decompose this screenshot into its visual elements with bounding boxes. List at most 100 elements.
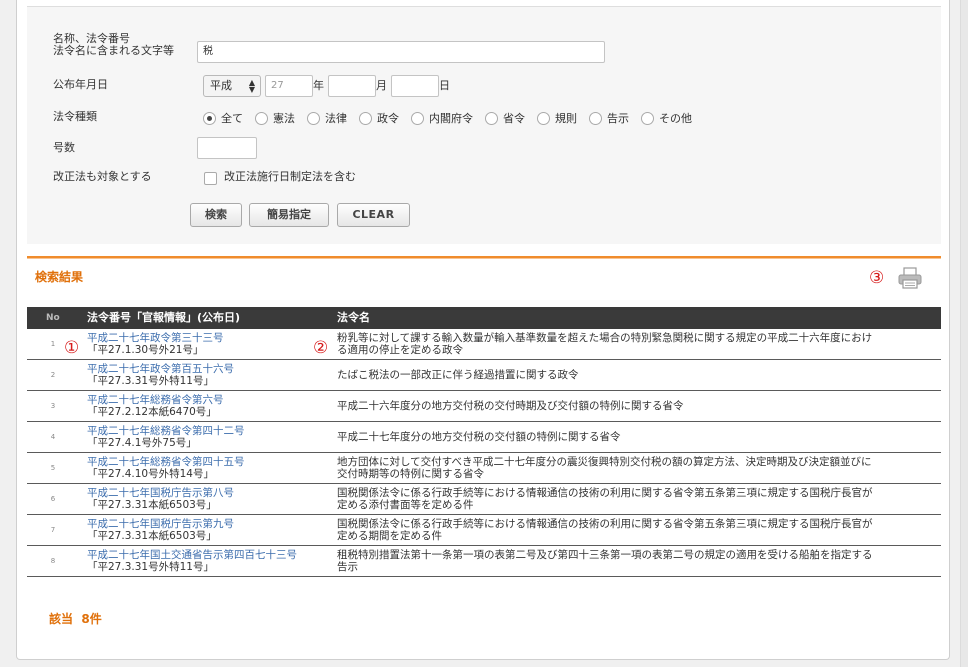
radio-other[interactable]: [641, 111, 654, 125]
era-value: 平成: [210, 79, 232, 92]
result-count: 該当 8件: [49, 612, 102, 626]
law-cell: 平成二十七年国土交通省告示第四百七十三号 「平27.3.31号外特11号」: [87, 549, 297, 573]
law-title: 国税関係法令に係る行政手続等における情報通信の技術の利用に関する省令第五条第三項…: [337, 518, 873, 542]
law-number-link[interactable]: 平成二十七年国税庁告示第八号: [87, 487, 234, 500]
law-title: 平成二十六年度分の地方交付税の交付時期及び交付額の特例に関する省令: [337, 400, 684, 412]
table-row: 5 平成二十七年総務省令第四十五号 「平27.4.10号外特14号」 地方団体に対して…: [27, 453, 941, 484]
radio-act[interactable]: [307, 111, 320, 125]
row-number: 6: [50, 495, 56, 503]
name-label-line2: 法令名に含まれる文字等: [53, 44, 174, 57]
row-number: 2: [50, 371, 56, 379]
month-input[interactable]: [328, 75, 376, 97]
law-cell: 平成二十七年政令第三十三号 「平27.1.30号外21号」: [87, 332, 224, 356]
up-down-arrows-icon: ▲ ▼: [248, 78, 255, 94]
law-title: 国税関係法令に係る行政手続等における情報通信の技術の利用に関する省令第五条第三項…: [337, 487, 873, 511]
gazette-ref: 「平27.1.30号外21号」: [87, 343, 204, 356]
page-scrollbar[interactable]: [960, 0, 968, 667]
type-label: 法令種類: [53, 110, 97, 123]
radio-notice[interactable]: [589, 111, 602, 125]
law-title: 平成二十七年度分の地方交付税の交付額の特例に関する省令: [337, 431, 621, 443]
law-title: 地方団体に対して交付すべき平成二十七年度分の震災復興特別交付税の額の算定方法、決…: [337, 456, 872, 480]
row-number: 5: [50, 464, 56, 472]
name-input[interactable]: 税: [197, 41, 605, 63]
amend-checkbox[interactable]: [204, 172, 217, 185]
search-form: 名称、法令番号 法令名に含まれる文字等 税 公布年月日 平成 ▲ ▼ 27 年 月…: [27, 6, 941, 244]
col-law-title: 法令名: [337, 311, 370, 324]
gazette-ref: 「平27.3.31本紙6503号」: [87, 529, 217, 542]
law-number-link[interactable]: 平成二十七年政令第百五十六号: [87, 363, 234, 376]
radio-constitution[interactable]: [255, 111, 268, 125]
radio-label: 憲法: [273, 112, 295, 125]
law-number-link[interactable]: 平成二十七年国土交通省告示第四百七十三号: [87, 549, 297, 562]
number-input[interactable]: [197, 137, 257, 159]
table-body: 1 平成二十七年政令第三十三号 「平27.1.30号外21号」 粉乳等に対して課する輸…: [27, 329, 941, 577]
row-number: 1: [50, 340, 56, 348]
radio-label: 政令: [377, 112, 399, 125]
table-row: 7 平成二十七年国税庁告示第九号 「平27.3.31本紙6503号」 国税関係法令に係…: [27, 515, 941, 546]
law-title: 租税特別措置法第十一条第一項の表第二号及び第四十三条第一項の表第二号の規定の適用…: [337, 549, 873, 573]
law-type-radio-group: 全て 憲法 法律 政令 内閣府令 省令 規則 告示 その他: [203, 110, 704, 126]
section-divider: [27, 256, 941, 259]
day-input[interactable]: [391, 75, 439, 97]
law-number-link[interactable]: 平成二十七年国税庁告示第九号: [87, 518, 234, 531]
results-title: 検索結果: [35, 270, 84, 284]
year-unit: 年: [313, 79, 324, 92]
radio-cabinet-office-ordinance[interactable]: [411, 111, 424, 125]
radio-label: 法律: [325, 112, 347, 125]
table-row: 4 平成二十七年総務省令第四十二号 「平27.4.1号外75号」 平成二十七年度分の地…: [27, 422, 941, 453]
era-select[interactable]: 平成 ▲ ▼: [203, 75, 261, 97]
count-value: 8件: [81, 612, 102, 626]
radio-all[interactable]: [203, 111, 216, 125]
radio-label: その他: [659, 112, 692, 125]
print-icon[interactable]: [897, 266, 923, 290]
year-input[interactable]: 27: [265, 75, 313, 97]
radio-label: 内閣府令: [429, 112, 473, 125]
search-button[interactable]: 検索: [190, 203, 242, 227]
law-title: 粉乳等に対して課する輸入数量が輸入基準数量を超えた場合の特別緊急関税に関する規定…: [337, 332, 873, 356]
law-cell: 平成二十七年国税庁告示第八号 「平27.3.31本紙6503号」: [87, 487, 234, 511]
law-number-link[interactable]: 平成二十七年総務省令第四十二号: [87, 425, 245, 438]
row-number: 7: [50, 526, 56, 534]
gazette-ref: 「平27.4.1号外75号」: [87, 436, 197, 449]
radio-label: 規則: [555, 112, 577, 125]
day-unit: 日: [439, 79, 450, 92]
law-title: たばこ税法の一部改正に伴う経過措置に関する政令: [337, 369, 579, 381]
col-no: No: [46, 313, 60, 323]
table-row: 1 平成二十七年政令第三十三号 「平27.1.30号外21号」 粉乳等に対して課する輸…: [27, 329, 941, 360]
law-number-link[interactable]: 平成二十七年政令第三十三号: [87, 332, 224, 345]
law-cell: 平成二十七年総務省令第四十五号 「平27.4.10号外特14号」: [87, 456, 245, 480]
simple-spec-button[interactable]: 簡易指定: [249, 203, 329, 227]
number-label: 号数: [53, 141, 75, 154]
table-row: 6 平成二十七年国税庁告示第八号 「平27.3.31本紙6503号」 国税関係法令に係…: [27, 484, 941, 515]
annotation-1: ①: [64, 338, 80, 358]
row-number: 3: [50, 402, 56, 410]
date-label: 公布年月日: [53, 78, 108, 91]
law-number-link[interactable]: 平成二十七年総務省令第六号: [87, 394, 224, 407]
results-table: No 法令番号「官報情報」(公布日) 法令名 1 平成二十七年政令第三十三号 「平2…: [27, 307, 941, 577]
annotation-2: ②: [313, 338, 329, 358]
table-row: 8 平成二十七年国土交通省告示第四百七十三号 「平27.3.31号外特11号」 租税特…: [27, 546, 941, 577]
gazette-ref: 「平27.3.31号外特11号」: [87, 374, 214, 387]
row-number: 8: [50, 557, 56, 565]
radio-rules[interactable]: [537, 111, 550, 125]
amend-checkbox-label: 改正法施行日制定法を含む: [224, 170, 356, 183]
law-cell: 平成二十七年政令第百五十六号 「平27.3.31号外特11号」: [87, 363, 234, 387]
gazette-ref: 「平27.3.31本紙6503号」: [87, 498, 217, 511]
radio-cabinet-order[interactable]: [359, 111, 372, 125]
radio-ministerial-ordinance[interactable]: [485, 111, 498, 125]
law-number-link[interactable]: 平成二十七年総務省令第四十五号: [87, 456, 245, 469]
law-cell: 平成二十七年国税庁告示第九号 「平27.3.31本紙6503号」: [87, 518, 234, 542]
radio-label: 告示: [607, 112, 629, 125]
radio-label: 省令: [503, 112, 525, 125]
amend-label: 改正法も対象とする: [53, 170, 152, 183]
law-cell: 平成二十七年総務省令第四十二号 「平27.4.1号外75号」: [87, 425, 245, 449]
col-law-number: 法令番号「官報情報」(公布日): [87, 311, 241, 324]
clear-button[interactable]: CLEAR: [337, 203, 410, 227]
annotation-3: ③: [869, 268, 885, 288]
gazette-ref: 「平27.4.10号外特14号」: [87, 467, 214, 480]
table-row: 2 平成二十七年政令第百五十六号 「平27.3.31号外特11号」 たばこ税法の一部改…: [27, 360, 941, 391]
table-header: No 法令番号「官報情報」(公布日) 法令名: [27, 307, 941, 329]
gazette-ref: 「平27.2.12本紙6470号」: [87, 405, 217, 418]
table-row: 3 平成二十七年総務省令第六号 「平27.2.12本紙6470号」 平成二十六年度分の…: [27, 391, 941, 422]
count-label: 該当: [49, 612, 74, 626]
